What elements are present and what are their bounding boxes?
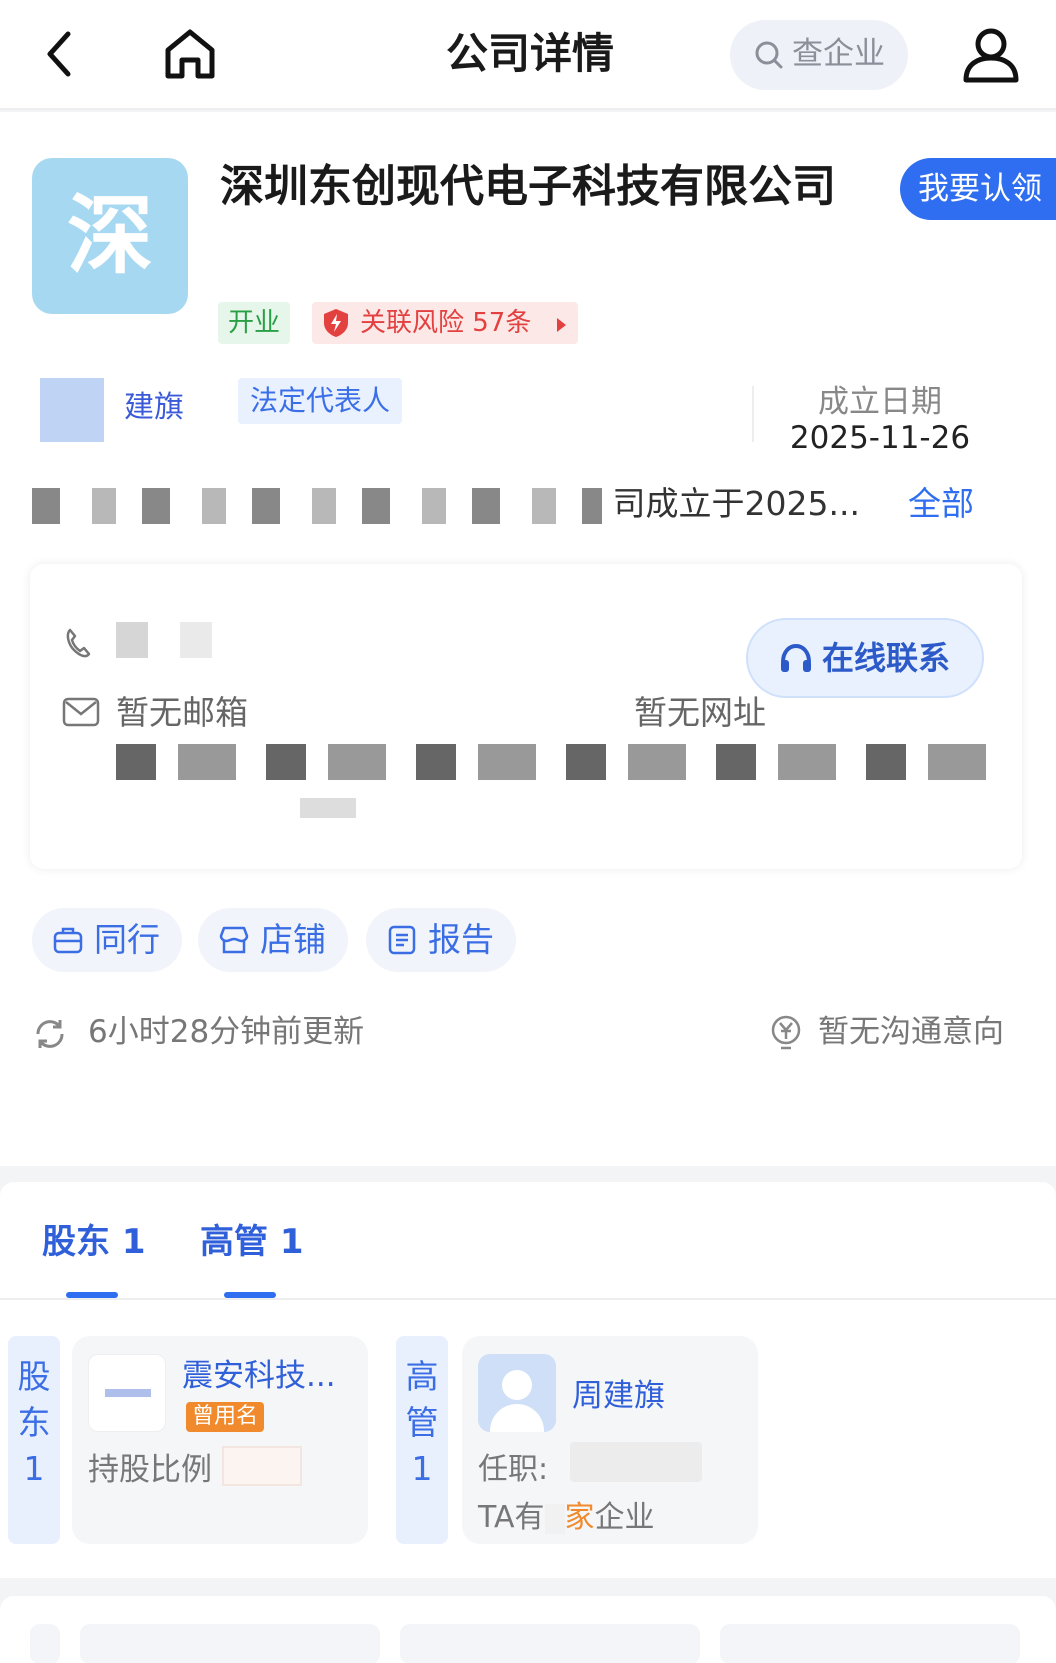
ta-suffix: 企业 — [594, 1500, 655, 1535]
shareholder-logo — [88, 1354, 166, 1432]
online-contact-button[interactable]: 在线联系 — [746, 618, 984, 698]
mail-icon — [62, 697, 100, 727]
intent-text: 暂无沟通意向 — [818, 1014, 1004, 1050]
intro-redacted — [32, 487, 602, 524]
vlabel-char: 管 — [405, 1403, 439, 1442]
lightning-shield-icon — [324, 309, 348, 337]
share-ratio-label: 持股比例 — [88, 1452, 212, 1488]
online-contact-label: 在线联系 — [822, 639, 951, 677]
legal-rep-avatar — [40, 378, 104, 442]
search-icon — [755, 41, 783, 69]
phone-redacted — [116, 622, 276, 658]
managers-vertical-label[interactable]: 高 管 1 — [396, 1336, 448, 1544]
established-date: 2025-11-26 — [789, 420, 971, 456]
ta-prefix: TA有 — [478, 1500, 545, 1535]
search-placeholder: 查企业 — [792, 36, 885, 72]
legal-rep-tag: 法定代表人 — [238, 378, 403, 424]
section-tile — [30, 1624, 60, 1663]
caret-right-icon — [557, 318, 566, 332]
company-header-card: 深 深圳东创现代电子科技有限公司 我要认领 开业 关联风险 57条 建旗 法定代… — [0, 112, 1056, 1166]
intro-text: 司成立于2025... — [612, 484, 860, 523]
legal-rep-name[interactable]: 建旗 — [124, 382, 184, 426]
section-tile — [400, 1624, 700, 1663]
manager-card[interactable]: 周建旗 任职: TA有 家企业 — [462, 1336, 758, 1544]
manager-company-count: TA有 家企业 — [478, 1492, 655, 1536]
shareholders-vertical-label[interactable]: 股 东 1 — [8, 1336, 60, 1544]
risk-label: 关联风险 57条 — [360, 308, 532, 338]
user-icon[interactable] — [960, 24, 1022, 86]
store-icon — [219, 926, 249, 954]
intent-info: 暂无沟通意向 — [768, 1008, 1004, 1056]
home-icon[interactable] — [160, 24, 220, 84]
email-value: 暂无邮箱 — [116, 693, 248, 732]
shareholder-name: 震安科技... — [182, 1358, 336, 1394]
claim-button[interactable]: 我要认领 — [900, 158, 1056, 220]
shareholder-card[interactable]: 震安科技... 曾用名 持股比例 — [72, 1336, 368, 1544]
avatar — [478, 1354, 556, 1432]
report-label: 报告 — [428, 920, 494, 959]
peers-button[interactable]: 同行 — [32, 908, 182, 972]
risk-badge[interactable]: 关联风险 57条 — [312, 302, 578, 344]
status-badge: 开业 — [218, 302, 291, 344]
update-info[interactable]: 6小时28分钟前更新 — [32, 1008, 364, 1056]
tab-divider — [0, 1298, 1056, 1300]
website-value: 暂无网址 — [634, 693, 766, 732]
vlabel-count: 1 — [411, 1449, 433, 1488]
phone-icon — [66, 628, 91, 658]
company-count-redacted — [544, 1503, 565, 1534]
manager-name: 周建旗 — [572, 1378, 665, 1414]
update-text: 6小时28分钟前更新 — [88, 1014, 365, 1050]
ta-accent: 家 — [564, 1500, 595, 1535]
back-icon[interactable] — [38, 26, 86, 82]
search-button[interactable]: 查企业 — [730, 20, 908, 90]
report-button[interactable]: 报告 — [366, 908, 516, 972]
contact-box: 在线联系 暂无邮箱 暂无网址 — [30, 564, 1022, 869]
section-tile — [720, 1624, 1020, 1663]
report-icon — [388, 925, 416, 955]
share-ratio-redacted — [222, 1446, 302, 1486]
manager-role-redacted — [570, 1442, 702, 1482]
established-label: 成立日期 — [818, 384, 942, 420]
next-section-peek — [0, 1596, 1056, 1663]
top-bar: 公司详情 查企业 — [0, 0, 1056, 110]
address-redacted-2 — [300, 798, 356, 818]
refresh-icon — [36, 1020, 64, 1048]
manager-role-label: 任职: — [478, 1452, 549, 1487]
address-redacted — [116, 744, 996, 780]
legal-rep-row: 建旗 法定代表人 成立日期 2025-11-26 — [0, 368, 1056, 478]
headset-icon — [781, 643, 811, 672]
vlabel-char: 股 — [17, 1357, 51, 1396]
vlabel-count: 1 — [23, 1449, 45, 1488]
divider — [752, 386, 754, 442]
former-name-badge: 曾用名 — [186, 1402, 265, 1432]
company-name: 深圳东创现代电子科技有限公司 — [220, 161, 836, 212]
tab-managers[interactable]: 高管 1 — [200, 1214, 304, 1263]
page-title: 公司详情 — [445, 29, 614, 78]
company-logo: 深 — [32, 158, 188, 314]
shareholders-section: 股东 1 高管 1 股 东 1 震安科技... 曾用名 持股比例 高 管 1 周… — [0, 1182, 1056, 1578]
registered-capital-redacted — [540, 376, 690, 422]
intro-all-link[interactable]: 全部 — [908, 480, 974, 528]
tab-shareholders[interactable]: 股东 1 — [42, 1214, 146, 1263]
store-label: 店铺 — [260, 920, 326, 959]
company-intro: 司成立于2025... — [32, 480, 872, 528]
peers-label: 同行 — [94, 920, 160, 959]
yuan-bulb-icon — [771, 1015, 801, 1050]
briefcase-icon — [53, 927, 83, 954]
section-tile — [80, 1624, 380, 1663]
vlabel-char: 高 — [405, 1357, 439, 1396]
store-button[interactable]: 店铺 — [198, 908, 348, 972]
vlabel-char: 东 — [17, 1403, 51, 1442]
